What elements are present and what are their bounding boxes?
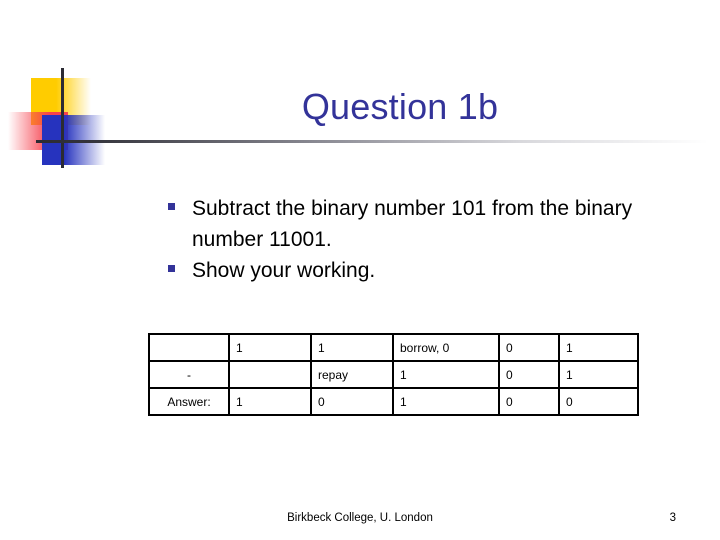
page-title: Question 1b: [301, 86, 499, 127]
table-cell: 0: [310, 387, 394, 416]
table-row: 1 1 borrow, 0 0 1: [148, 333, 639, 362]
logo-vertical-rule: [61, 68, 64, 168]
slide-canvas: Question 1b Subtract the binary number 1…: [0, 0, 720, 540]
table-cell-label: -: [148, 360, 230, 389]
binary-subtraction-table: 1 1 borrow, 0 0 1 - repay 1 0 1 Answer: …: [148, 333, 639, 416]
table-cell: 1: [392, 387, 500, 416]
bullet-square-icon: [168, 265, 175, 272]
bullet-item-label: Show your working.: [192, 259, 376, 282]
table-cell: 1: [392, 360, 500, 389]
bullet-square-icon: [168, 203, 175, 210]
table-cell: 1: [228, 333, 312, 362]
table-cell-label: [148, 333, 230, 362]
table-cell: 1: [228, 387, 312, 416]
title-horizontal-rule: [36, 140, 708, 143]
list-item: Subtract the binary number 101 from the …: [168, 193, 638, 255]
bullet-list: Subtract the binary number 101 from the …: [168, 193, 638, 286]
table-cell-label: Answer:: [148, 387, 230, 416]
table-row: - repay 1 0 1: [148, 360, 639, 389]
page-number: 3: [669, 512, 676, 524]
table-cell: 1: [310, 333, 394, 362]
table-cell: 1: [558, 333, 639, 362]
table-cell: borrow, 0: [392, 333, 500, 362]
table-cell: 0: [558, 387, 639, 416]
table-cell: 1: [558, 360, 639, 389]
list-item: Show your working.: [168, 255, 638, 286]
footer-credit: Birkbeck College, U. London: [287, 512, 433, 524]
table-cell: 0: [498, 333, 560, 362]
table-cell: 0: [498, 387, 560, 416]
table-cell: [228, 360, 312, 389]
table-cell: repay: [310, 360, 394, 389]
table-row: Answer: 1 0 1 0 0: [148, 387, 639, 416]
bullet-item-label: Subtract the binary number 101 from the …: [192, 197, 633, 251]
table-cell: 0: [498, 360, 560, 389]
